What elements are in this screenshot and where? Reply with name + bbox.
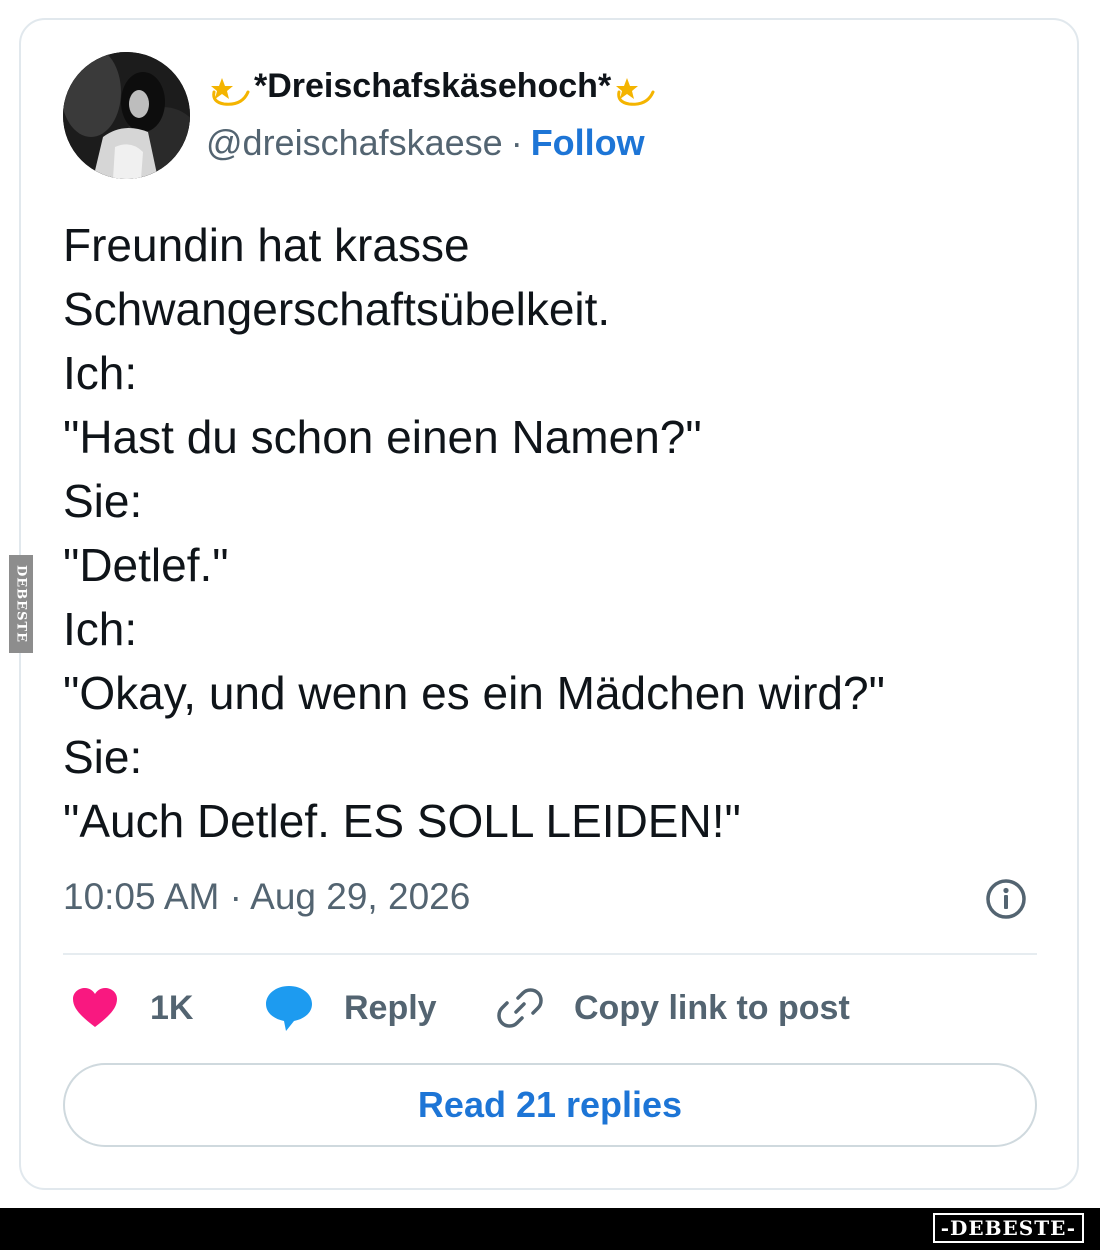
- post-timestamp[interactable]: 10:05 AM · Aug 29, 2026: [63, 876, 470, 918]
- author-handle-row: @dreischafskaese · Follow: [206, 122, 645, 164]
- tweet-text-line: "Okay, und wenn es ein Mädchen wird?": [63, 667, 885, 719]
- reply-bubble-icon: [266, 986, 312, 1031]
- like-button[interactable]: 1K: [72, 980, 193, 1036]
- tweet-text-line: "Auch Detlef. ES SOLL LEIDEN!": [63, 795, 741, 847]
- dizzy-star-icon: [206, 62, 254, 110]
- debeste-footer-logo: -DEBESTE-: [932, 1213, 1084, 1243]
- info-circle-icon[interactable]: [984, 877, 1028, 921]
- tweet-text-line: "Hast du schon einen Namen?": [63, 411, 702, 463]
- tweet-text-line: Sie:: [63, 731, 143, 783]
- link-icon: [497, 988, 543, 1028]
- tweet-text-line: Sie:: [63, 475, 143, 527]
- debeste-side-watermark: DEBESTE: [9, 555, 33, 653]
- avatar-photo: [63, 52, 190, 179]
- tweet-text-line: "Detlef.": [63, 539, 229, 591]
- reply-label: Reply: [344, 988, 437, 1027]
- author-display-name-row[interactable]: *Dreischafskäsehoch*: [206, 62, 659, 110]
- separator-dot: ·: [510, 122, 523, 163]
- copy-link-button[interactable]: Copy link to post: [496, 980, 850, 1036]
- tweet-text-line: Ich:: [63, 603, 138, 655]
- read-replies-button[interactable]: Read 21 replies: [63, 1063, 1037, 1147]
- copy-link-label: Copy link to post: [574, 988, 850, 1027]
- footer-bar: -DEBESTE-: [0, 1208, 1100, 1250]
- avatar[interactable]: [63, 52, 190, 179]
- reply-button[interactable]: Reply: [264, 980, 437, 1036]
- dizzy-star-icon: [611, 62, 659, 110]
- tweet-text: Freundin hat krasse Schwangerschaftsübel…: [63, 213, 1043, 853]
- like-count: 1K: [150, 988, 194, 1027]
- author-display-name: *Dreischafskäsehoch*: [254, 66, 612, 105]
- tweet-text-line: Schwangerschaftsübelkeit.: [63, 283, 611, 335]
- follow-button[interactable]: Follow: [531, 122, 645, 163]
- tweet-text-line: Ich:: [63, 347, 138, 399]
- author-handle[interactable]: @dreischafskaese: [206, 122, 503, 163]
- heart-icon: [73, 988, 117, 1027]
- divider: [63, 953, 1037, 955]
- tweet-text-line: Freundin hat krasse: [63, 219, 470, 271]
